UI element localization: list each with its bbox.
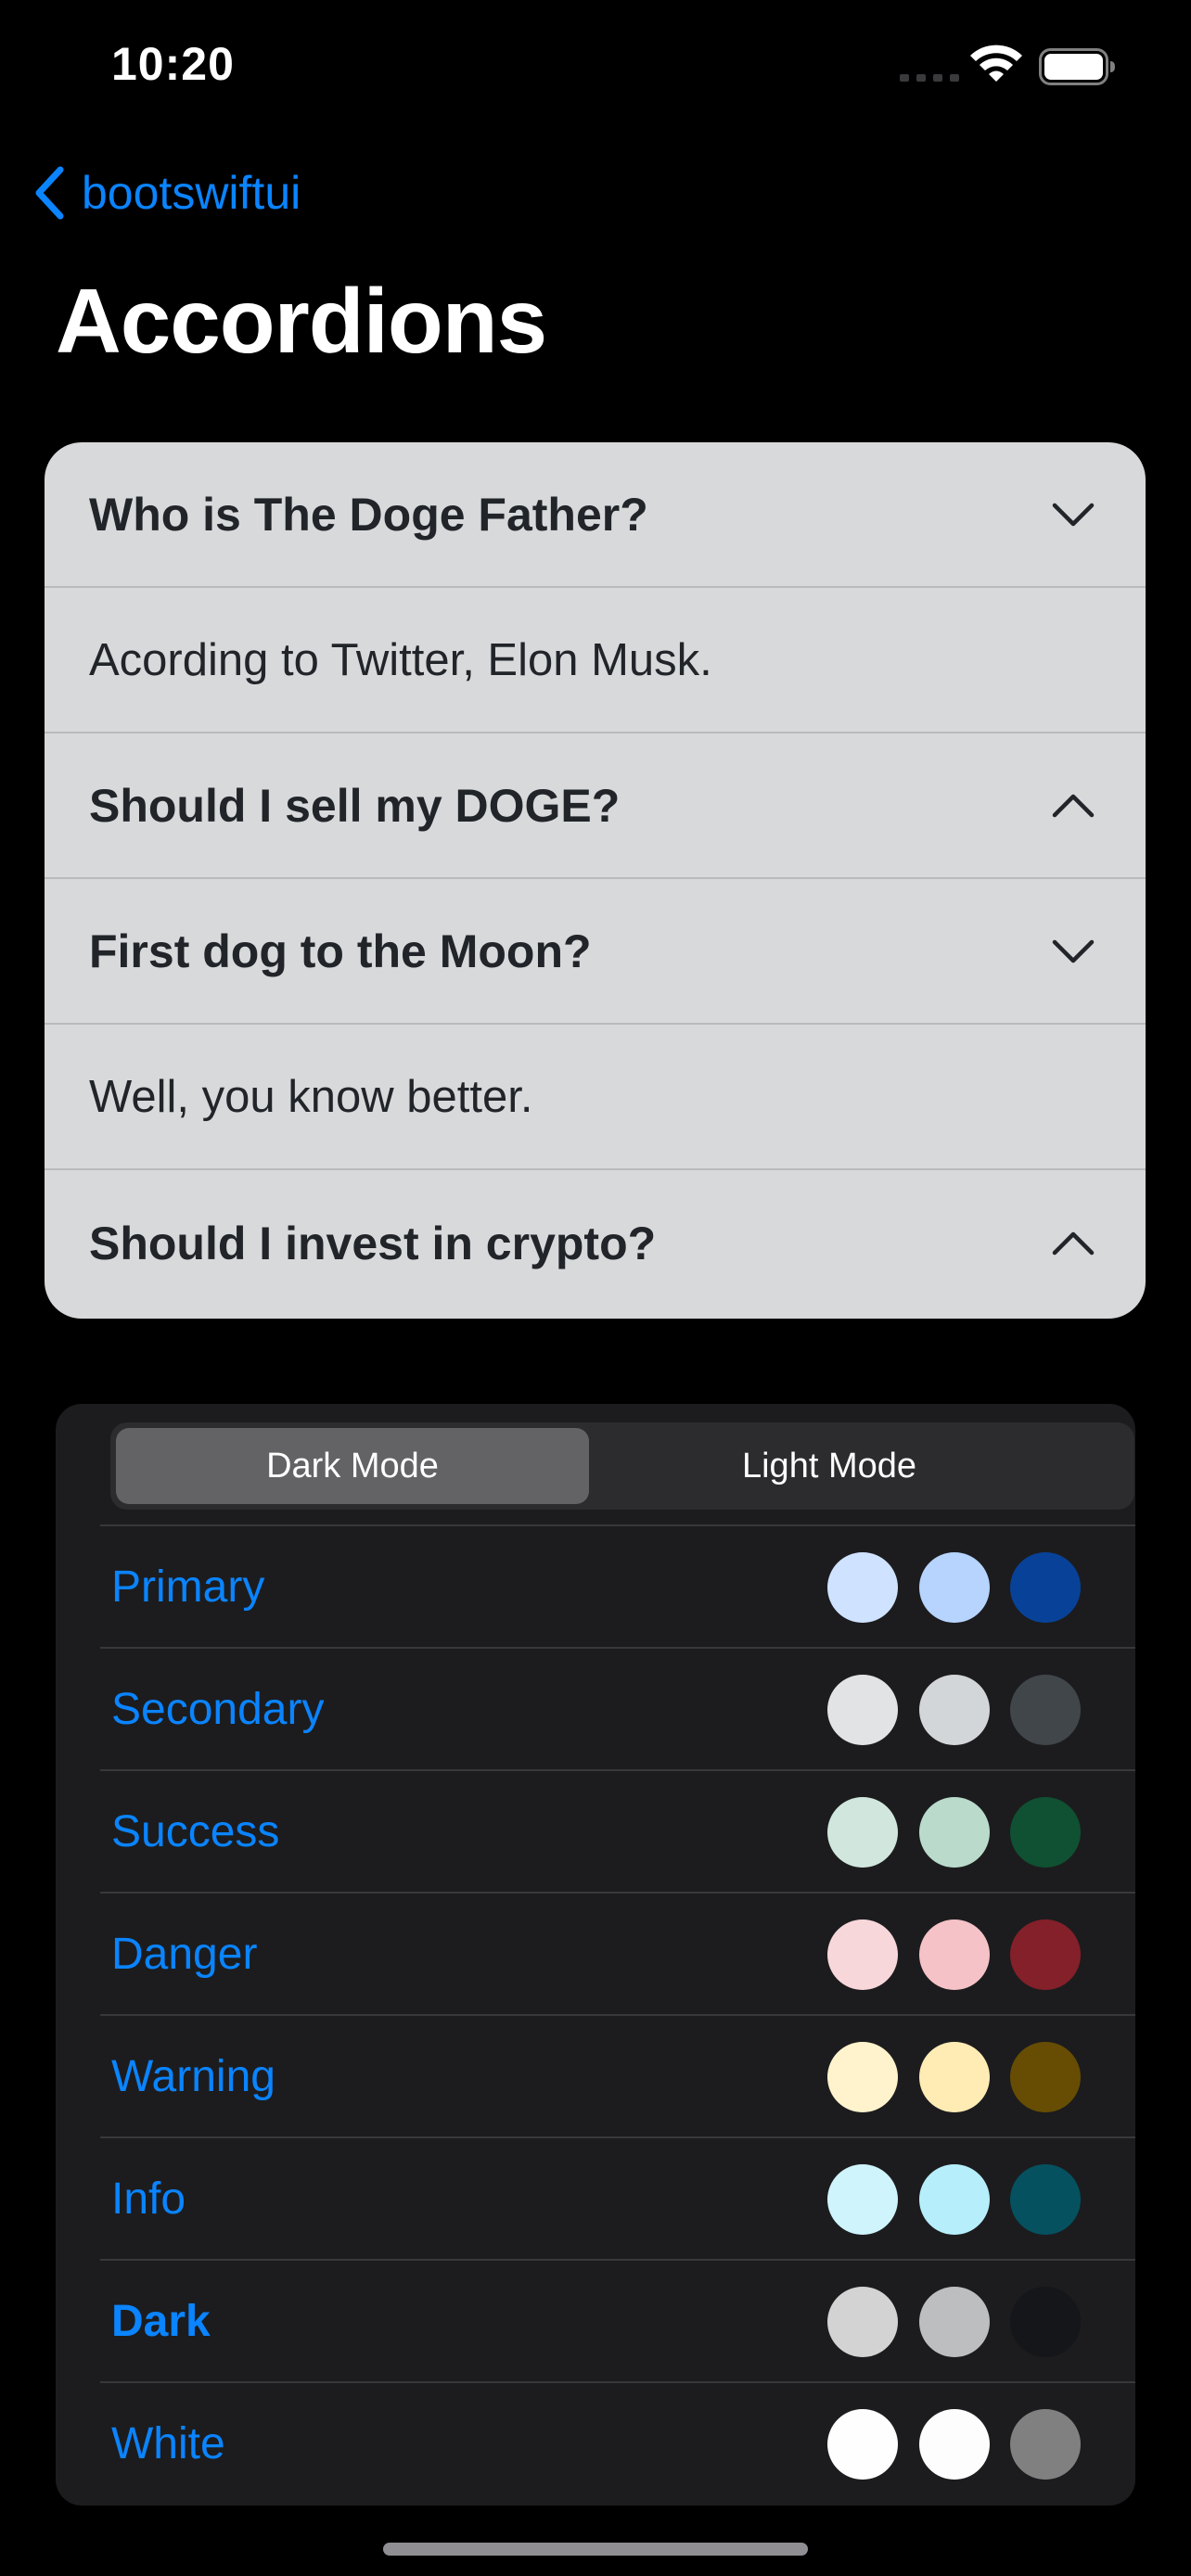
color-label[interactable]: White bbox=[111, 2383, 225, 2504]
color-row-white: White bbox=[100, 2381, 1135, 2504]
wifi-icon bbox=[970, 45, 1022, 82]
chevron-down-icon bbox=[1052, 939, 1095, 963]
page-title: Accordions bbox=[56, 270, 547, 372]
accordion-question: Should I sell my DOGE? bbox=[89, 779, 621, 832]
color-swatch bbox=[919, 1552, 990, 1623]
chevron-left-icon bbox=[35, 166, 64, 220]
segment-light-mode[interactable]: Light Mode bbox=[593, 1428, 1066, 1504]
accordion-question: First dog to the Moon? bbox=[89, 925, 592, 977]
accordion-header-sell-doge[interactable]: Should I sell my DOGE? bbox=[45, 733, 1146, 879]
color-swatch bbox=[827, 2409, 898, 2480]
accordion: Who is The Doge Father? Acording to Twit… bbox=[45, 442, 1146, 1319]
color-label[interactable]: Danger bbox=[111, 1894, 257, 2014]
color-swatch bbox=[827, 1797, 898, 1868]
back-button-label: bootswiftui bbox=[82, 167, 301, 219]
accordion-body-doge-father: Acording to Twitter, Elon Musk. bbox=[45, 588, 1146, 733]
color-swatch bbox=[827, 2042, 898, 2112]
color-swatch bbox=[1010, 2042, 1081, 2112]
battery-icon bbox=[1039, 48, 1115, 85]
segment-dark-mode[interactable]: Dark Mode bbox=[116, 1428, 589, 1504]
color-swatch bbox=[919, 1919, 990, 1990]
color-label[interactable]: Dark bbox=[111, 2261, 211, 2381]
color-swatch bbox=[919, 1675, 990, 1745]
color-row-danger: Danger bbox=[100, 1892, 1135, 2014]
color-swatch bbox=[919, 1797, 990, 1868]
color-swatch bbox=[1010, 2287, 1081, 2357]
color-swatch bbox=[919, 2287, 990, 2357]
accordion-question: Who is The Doge Father? bbox=[89, 488, 648, 541]
color-label[interactable]: Success bbox=[111, 1771, 279, 1892]
color-swatch bbox=[1010, 1675, 1081, 1745]
accordion-answer: Well, you know better. bbox=[89, 1071, 533, 1122]
color-swatch bbox=[1010, 2164, 1081, 2235]
colors-card: Dark Mode Light Mode Primary Secondary Suc… bbox=[56, 1404, 1135, 2506]
color-row-info: Info bbox=[100, 2136, 1135, 2259]
color-label[interactable]: Warning bbox=[111, 2016, 275, 2136]
mode-segmented-control: Dark Mode Light Mode bbox=[110, 1422, 1134, 1510]
color-row-warning: Warning bbox=[100, 2014, 1135, 2136]
color-swatch bbox=[827, 1675, 898, 1745]
back-button[interactable]: bootswiftui bbox=[33, 156, 301, 230]
accordion-body-dog-moon: Well, you know better. bbox=[45, 1025, 1146, 1170]
accordion-answer: Acording to Twitter, Elon Musk. bbox=[89, 634, 712, 685]
color-row-dark: Dark bbox=[100, 2259, 1135, 2381]
color-swatch bbox=[1010, 1552, 1081, 1623]
status-bar: 10:20 bbox=[0, 0, 1191, 130]
accordion-question: Should I invest in crypto? bbox=[89, 1217, 657, 1269]
color-swatch bbox=[827, 2287, 898, 2357]
color-swatch bbox=[827, 1919, 898, 1990]
chevron-up-icon bbox=[1052, 794, 1095, 817]
accordion-header-dog-moon[interactable]: First dog to the Moon? bbox=[45, 879, 1146, 1025]
color-label[interactable]: Info bbox=[111, 2138, 186, 2259]
status-time: 10:20 bbox=[111, 38, 235, 90]
color-swatch bbox=[1010, 1919, 1081, 1990]
color-swatch bbox=[827, 1552, 898, 1623]
accordion-header-doge-father[interactable]: Who is The Doge Father? bbox=[45, 442, 1146, 588]
color-swatch bbox=[919, 2042, 990, 2112]
accordion-header-invest-crypto[interactable]: Should I invest in crypto? bbox=[45, 1170, 1146, 1316]
color-row-primary: Primary bbox=[100, 1524, 1135, 1647]
color-swatch bbox=[1010, 2409, 1081, 2480]
signal-icon bbox=[900, 74, 959, 82]
color-swatch bbox=[827, 2164, 898, 2235]
chevron-up-icon bbox=[1052, 1231, 1095, 1255]
color-swatch bbox=[919, 2409, 990, 2480]
color-label[interactable]: Primary bbox=[111, 1526, 264, 1647]
color-swatch bbox=[1010, 1797, 1081, 1868]
color-row-secondary: Secondary bbox=[100, 1647, 1135, 1769]
color-row-success: Success bbox=[100, 1769, 1135, 1892]
color-swatch bbox=[919, 2164, 990, 2235]
color-label[interactable]: Secondary bbox=[111, 1649, 324, 1769]
chevron-down-icon bbox=[1052, 503, 1095, 526]
home-indicator bbox=[383, 2543, 808, 2556]
